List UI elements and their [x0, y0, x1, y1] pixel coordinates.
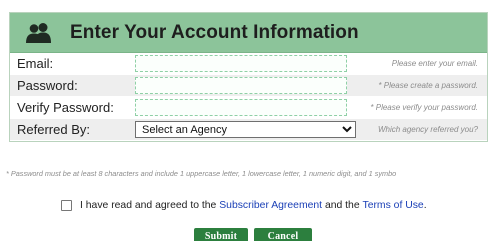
- subscriber-agreement-link[interactable]: Subscriber Agreement: [219, 200, 322, 211]
- agency-select[interactable]: Select an Agency: [135, 121, 356, 138]
- password-requirements-note: * Password must be at least 8 characters…: [6, 169, 397, 178]
- verify-password-hint: * Please verify your password.: [370, 103, 478, 112]
- verify-password-label: Verify Password:: [17, 100, 114, 115]
- panel-title: Enter Your Account Information: [70, 21, 359, 43]
- button-row: Submit Cancel: [194, 228, 312, 241]
- referred-by-hint: Which agency referred you?: [377, 125, 478, 134]
- password-row: Password: * Please create a password.: [10, 75, 487, 97]
- email-label: Email:: [17, 56, 54, 71]
- agreement-suffix: .: [423, 200, 427, 211]
- password-hint: * Please create a password.: [378, 81, 478, 90]
- referred-by-label: Referred By:: [17, 122, 90, 137]
- verify-password-row: Verify Password: * Please verify your pa…: [10, 97, 487, 119]
- submit-button[interactable]: Submit: [194, 228, 248, 241]
- panel-header: Enter Your Account Information: [10, 13, 487, 53]
- cancel-button[interactable]: Cancel: [254, 228, 312, 241]
- email-field[interactable]: [135, 55, 347, 72]
- password-label: Password:: [17, 78, 78, 93]
- email-hint: Please enter your email.: [391, 59, 478, 68]
- account-info-panel: Enter Your Account Information Email: Pl…: [9, 12, 488, 142]
- referred-by-row: Referred By: Select an Agency Which agen…: [10, 119, 487, 141]
- verify-password-field[interactable]: [135, 99, 347, 116]
- agreement-middle: and the: [324, 200, 360, 211]
- agreement-prefix: I have read and agreed to the: [80, 200, 217, 211]
- agreement-row: I have read and agreed to the Subscriber…: [61, 200, 427, 211]
- agreement-checkbox[interactable]: [61, 200, 72, 211]
- users-icon: [24, 22, 54, 44]
- terms-of-use-link[interactable]: Terms of Use: [363, 200, 424, 211]
- password-field[interactable]: [135, 77, 347, 94]
- email-row: Email: Please enter your email.: [10, 53, 487, 75]
